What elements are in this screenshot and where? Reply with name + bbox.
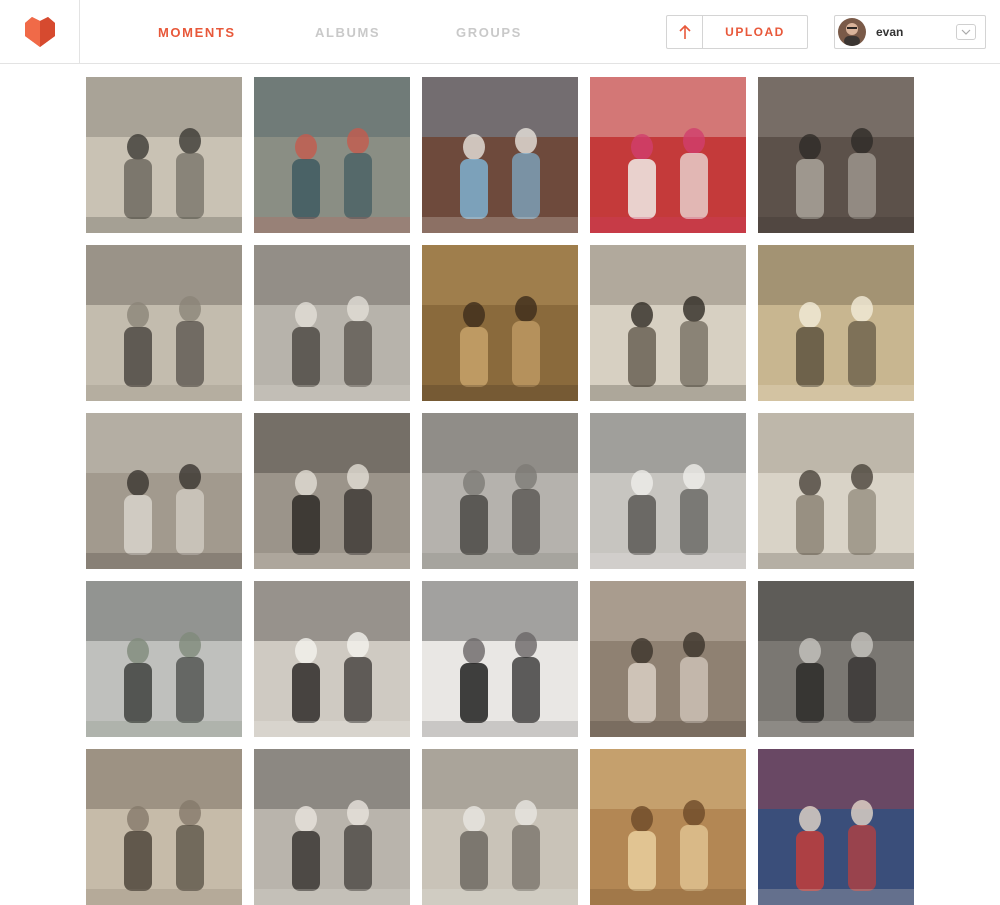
upload-button[interactable]: UPLOAD bbox=[666, 15, 808, 49]
heart-logo-icon bbox=[24, 17, 55, 47]
photo-thumbnail[interactable] bbox=[590, 749, 746, 905]
photo-thumbnail[interactable] bbox=[254, 77, 410, 233]
photo-thumbnail[interactable] bbox=[422, 581, 578, 737]
photo-thumbnail[interactable] bbox=[422, 413, 578, 569]
photo-thumbnail[interactable] bbox=[758, 581, 914, 737]
photo-thumbnail[interactable] bbox=[86, 581, 242, 737]
photo-thumbnail[interactable] bbox=[758, 245, 914, 401]
photo-thumbnail[interactable] bbox=[422, 77, 578, 233]
upload-label: UPLOAD bbox=[725, 25, 785, 39]
tab-moments[interactable]: MOMENTS bbox=[158, 0, 236, 64]
photo-thumbnail[interactable] bbox=[590, 77, 746, 233]
photo-thumbnail[interactable] bbox=[254, 413, 410, 569]
logo[interactable] bbox=[0, 0, 80, 64]
chevron-down-icon[interactable] bbox=[956, 24, 976, 40]
photo-thumbnail[interactable] bbox=[758, 749, 914, 905]
tab-albums[interactable]: ALBUMS bbox=[315, 0, 380, 64]
photo-thumbnail[interactable] bbox=[254, 749, 410, 905]
top-navigation-bar: MOMENTS ALBUMS GROUPS UPLOAD evan bbox=[0, 0, 1000, 64]
photo-thumbnail[interactable] bbox=[86, 77, 242, 233]
photo-thumbnail[interactable] bbox=[758, 77, 914, 233]
photo-thumbnail[interactable] bbox=[758, 413, 914, 569]
photo-thumbnail[interactable] bbox=[86, 749, 242, 905]
photo-thumbnail[interactable] bbox=[422, 245, 578, 401]
photo-thumbnail[interactable] bbox=[86, 245, 242, 401]
username: evan bbox=[876, 25, 904, 39]
tab-groups[interactable]: GROUPS bbox=[456, 0, 522, 64]
arrow-up-icon bbox=[667, 16, 703, 48]
photo-thumbnail[interactable] bbox=[254, 581, 410, 737]
photo-thumbnail[interactable] bbox=[254, 245, 410, 401]
user-menu[interactable]: evan bbox=[834, 15, 986, 49]
photo-thumbnail[interactable] bbox=[590, 245, 746, 401]
photo-thumbnail[interactable] bbox=[590, 413, 746, 569]
photo-thumbnail[interactable] bbox=[86, 413, 242, 569]
photo-thumbnail[interactable] bbox=[590, 581, 746, 737]
photo-thumbnail[interactable] bbox=[422, 749, 578, 905]
avatar bbox=[838, 18, 866, 46]
